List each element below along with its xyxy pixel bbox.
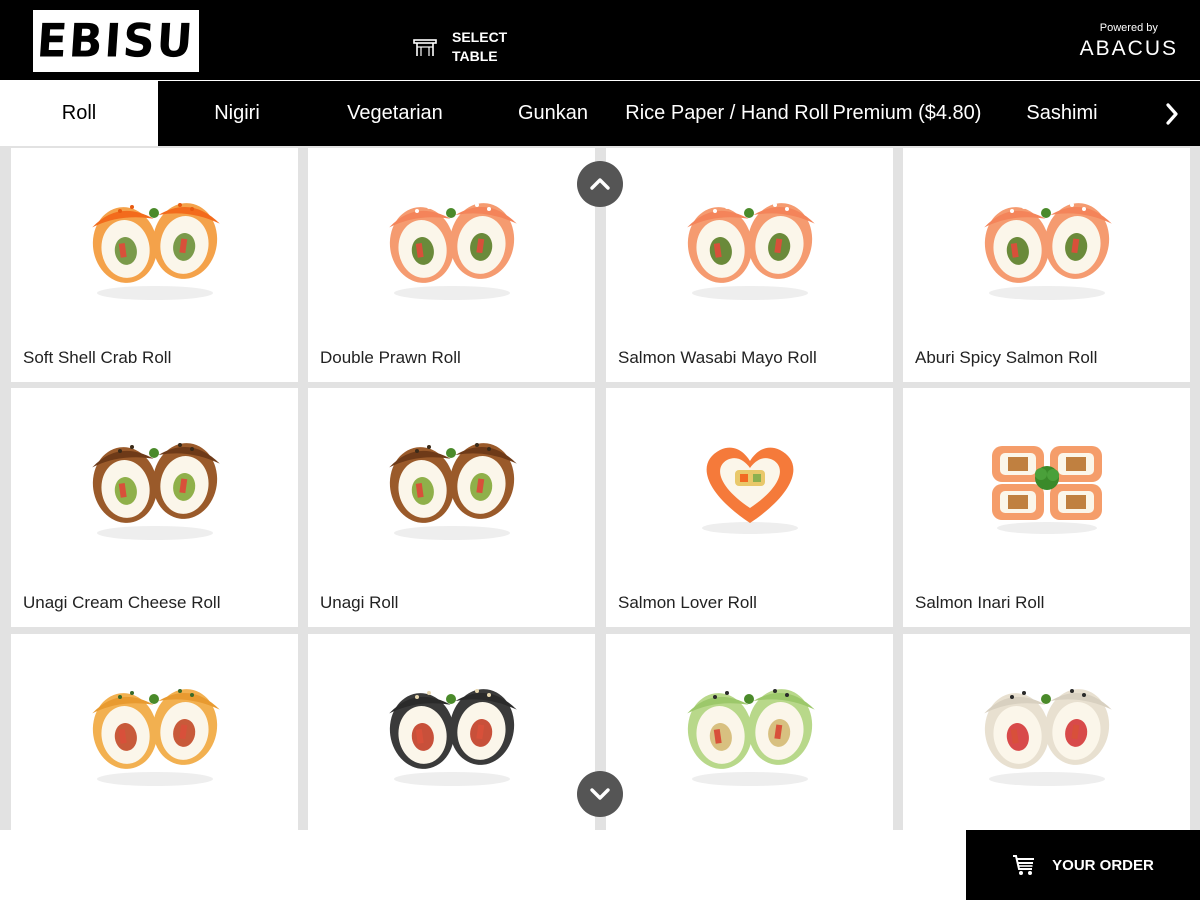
chevron-down-icon xyxy=(590,788,610,800)
menu-item-name: Salmon Wasabi Mayo Roll xyxy=(618,348,817,367)
tab-label: Sashimi xyxy=(1026,102,1098,124)
menu-item-card[interactable]: Unagi Cream Cheese Roll xyxy=(11,388,298,627)
table-icon xyxy=(413,39,437,56)
menu-item-name: Salmon Lover Roll xyxy=(618,593,757,612)
menu-item-name: Unagi Cream Cheese Roll xyxy=(23,593,221,612)
menu-item-card[interactable]: Salmon Lover Roll xyxy=(606,388,893,627)
sushi-image xyxy=(308,388,595,578)
tab-sashimi[interactable]: Sashimi xyxy=(992,81,1132,146)
select-table-button[interactable]: SELECT TABLE xyxy=(412,28,512,66)
sushi-image xyxy=(903,148,1190,338)
menu-item-card[interactable]: Aburi Spicy Salmon Roll xyxy=(903,148,1190,382)
tab-label: Rice Paper / Hand Roll xyxy=(625,102,829,124)
menu-item-name: Unagi Roll xyxy=(320,593,399,612)
tab-premium-4-80[interactable]: Premium ($4.80) xyxy=(822,81,992,146)
menu-item-name: Salmon Inari Roll xyxy=(915,593,1045,612)
tab-rice-paper-hand-roll[interactable]: Rice Paper / Hand Roll xyxy=(625,81,828,146)
menu-item-card[interactable] xyxy=(903,634,1190,830)
sushi-image xyxy=(308,634,595,824)
tab-label: Premium ($4.80) xyxy=(832,102,982,124)
tab-gunkan[interactable]: Gunkan xyxy=(474,81,632,146)
cart-icon xyxy=(1013,855,1035,875)
tabs-next-button[interactable] xyxy=(1144,81,1200,146)
menu-item-card[interactable] xyxy=(308,634,595,830)
sushi-image xyxy=(903,388,1190,578)
menu-grid: Soft Shell Crab Roll Double Prawn Roll S… xyxy=(0,146,1200,830)
menu-item-card[interactable] xyxy=(11,634,298,830)
chevron-up-icon xyxy=(590,178,610,190)
menu-item-card[interactable]: Double Prawn Roll xyxy=(308,148,595,382)
sushi-image xyxy=(903,634,1190,824)
logo-text: EBISU xyxy=(35,14,197,68)
select-table-label: SELECT TABLE xyxy=(452,29,508,64)
menu-item-card[interactable]: Salmon Inari Roll xyxy=(903,388,1190,627)
menu-item-card[interactable] xyxy=(606,634,893,830)
tab-label: Vegetarian xyxy=(347,102,443,124)
sushi-image xyxy=(308,148,595,338)
restaurant-logo: EBISU xyxy=(33,10,199,72)
abacus-brand: ABACUS xyxy=(1079,37,1178,60)
sushi-image xyxy=(606,634,893,824)
powered-by: Powered by ABACUS xyxy=(1080,22,1178,61)
tab-vegetarian[interactable]: Vegetarian xyxy=(316,81,474,146)
scroll-up-button[interactable] xyxy=(577,161,623,207)
tab-roll[interactable]: Roll xyxy=(0,81,158,146)
menu-item-card[interactable]: Soft Shell Crab Roll xyxy=(11,148,298,382)
menu-item-name: Aburi Spicy Salmon Roll xyxy=(915,348,1098,367)
sushi-image xyxy=(606,388,893,578)
tab-label: Gunkan xyxy=(517,102,589,124)
sushi-image xyxy=(11,634,298,824)
menu-item-card[interactable]: Salmon Wasabi Mayo Roll xyxy=(606,148,893,382)
tab-nigiri[interactable]: Nigiri xyxy=(158,81,316,146)
sushi-image xyxy=(606,148,893,338)
category-tabs: Roll Nigiri Vegetarian Gunkan Rice Paper / H… xyxy=(0,81,1200,146)
menu-item-card[interactable]: Unagi Roll xyxy=(308,388,595,627)
scroll-down-button[interactable] xyxy=(577,771,623,817)
tab-label: Roll xyxy=(61,102,97,124)
sushi-image xyxy=(11,388,298,578)
menu-item-name: Double Prawn Roll xyxy=(320,348,461,367)
menu-item-name: Soft Shell Crab Roll xyxy=(23,348,172,367)
powered-by-label: Powered by xyxy=(1099,22,1158,34)
your-order-button[interactable]: YOUR ORDER xyxy=(966,830,1200,900)
your-order-label: YOUR ORDER xyxy=(1052,856,1154,874)
sushi-image xyxy=(11,148,298,338)
tab-label: Nigiri xyxy=(214,102,260,124)
app-header: EBISU SELECT TABLE Powered by ABACUS xyxy=(0,0,1200,80)
chevron-right-icon xyxy=(1166,102,1178,125)
